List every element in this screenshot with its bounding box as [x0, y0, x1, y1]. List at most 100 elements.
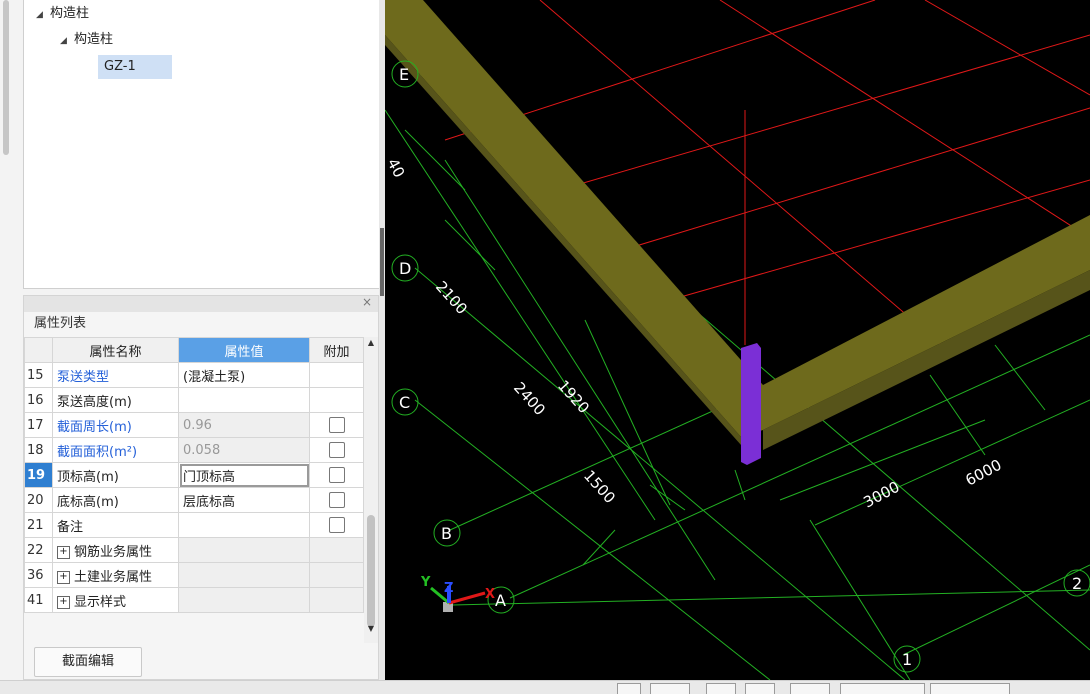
expand-plus-icon[interactable]: + [57, 545, 70, 559]
row-index[interactable]: 36 [24, 562, 53, 588]
status-toggle-button[interactable] [706, 683, 736, 694]
property-name-label: 泵送高度(m) [57, 394, 132, 410]
property-name-cell[interactable]: 泵送高度(m) [52, 387, 179, 413]
property-name-label: 备注 [57, 519, 84, 535]
property-value-cell[interactable] [178, 587, 310, 613]
table-row[interactable]: 21 备注 [24, 512, 364, 538]
tree-node-root[interactable]: ◢ 构造柱 [36, 3, 89, 25]
component-tree: ◢ 构造柱 ◢ 构造柱 GZ-1 [23, 0, 381, 289]
property-value-cell[interactable]: 门顶标高 [178, 462, 310, 488]
row-index[interactable]: 20 [24, 487, 53, 513]
triad-x-label: X [485, 587, 495, 602]
table-row[interactable]: 41 + 显示样式 [24, 587, 364, 613]
property-name-cell[interactable]: 底标高(m) [52, 487, 179, 513]
property-name-label: 截面面积(m²) [57, 444, 138, 460]
tree-node-gz1[interactable]: GZ-1 [98, 55, 172, 79]
table-row[interactable]: 15 泵送类型 (混凝土泵) [24, 362, 364, 388]
property-name-cell[interactable]: 截面周长(m) [52, 412, 179, 438]
beam-left[interactable] [385, 0, 763, 437]
row-index[interactable]: 21 [24, 512, 53, 538]
3d-viewport[interactable]: E D C B A 1 2 40 2100 1920 2400 1500 300… [385, 0, 1090, 680]
row-index[interactable]: 15 [24, 362, 53, 388]
viewport-canvas[interactable]: E D C B A 1 2 40 2100 1920 2400 1500 300… [385, 0, 1090, 680]
extra-checkbox[interactable] [328, 492, 345, 508]
extra-cell [309, 362, 364, 388]
collapse-arrow-icon[interactable]: ◢ [36, 4, 50, 26]
property-name-cell[interactable]: + 土建业务属性 [52, 562, 179, 588]
header-extra[interactable]: 附加 [309, 337, 364, 363]
tree-node-root-label: 构造柱 [50, 6, 90, 21]
tree-scrollbar[interactable] [3, 0, 9, 155]
tree-leaf-label: GZ-1 [104, 59, 136, 74]
scroll-up-icon[interactable]: ▲ [364, 337, 378, 349]
splitter-grip[interactable] [380, 228, 384, 296]
expand-plus-icon[interactable]: + [57, 570, 70, 584]
property-name-cell[interactable]: 顶标高(m) [52, 462, 179, 488]
close-icon[interactable]: × [362, 295, 372, 309]
extra-cell[interactable] [309, 512, 364, 538]
row-index[interactable]: 22 [24, 537, 53, 563]
extra-checkbox[interactable] [328, 517, 345, 533]
table-row[interactable]: 36 + 土建业务属性 [24, 562, 364, 588]
property-name-cell[interactable]: 泵送类型 [52, 362, 179, 388]
header-property-value[interactable]: 属性值 [178, 337, 310, 363]
tree-node-child[interactable]: ◢ 构造柱 [60, 29, 113, 51]
extra-cell[interactable] [309, 462, 364, 488]
property-value-cell[interactable] [178, 387, 310, 413]
property-name-label: 底标高(m) [57, 494, 119, 510]
section-edit-button[interactable]: 截面编辑 [34, 647, 142, 677]
axis-label-E: E [399, 65, 409, 84]
status-toggle-button[interactable] [840, 683, 925, 694]
extra-checkbox[interactable] [328, 467, 345, 483]
property-value-cell[interactable]: (混凝土泵) [178, 362, 310, 388]
status-toggle-button[interactable] [617, 683, 641, 694]
extra-checkbox[interactable] [328, 417, 345, 433]
property-value-cell[interactable] [178, 562, 310, 588]
property-name-label: 显示样式 [74, 594, 127, 610]
property-name-cell[interactable]: + 钢筋业务属性 [52, 537, 179, 563]
property-value-cell[interactable]: 层底标高 [178, 487, 310, 513]
header-index [24, 337, 53, 363]
status-toggle-button[interactable] [930, 683, 1010, 694]
table-row[interactable]: 22 + 钢筋业务属性 [24, 537, 364, 563]
extra-cell[interactable] [309, 487, 364, 513]
row-index[interactable]: 19 [24, 462, 53, 488]
extra-cell [309, 587, 364, 613]
scroll-thumb[interactable] [367, 515, 375, 627]
triad-x-axis [448, 591, 486, 605]
column-gz1[interactable] [741, 343, 761, 465]
property-name-cell[interactable]: + 显示样式 [52, 587, 179, 613]
extra-checkbox[interactable] [328, 442, 345, 458]
extra-cell[interactable] [309, 412, 364, 438]
axis-label-C: C [399, 393, 410, 412]
header-property-name[interactable]: 属性名称 [52, 337, 179, 363]
status-toggle-button[interactable] [790, 683, 830, 694]
dimension-1500: 1500 [580, 467, 619, 507]
table-row[interactable]: 18 截面面积(m²) 0.058 [24, 437, 364, 463]
table-row[interactable]: 17 截面周长(m) 0.96 [24, 412, 364, 438]
property-value-cell: 0.058 [178, 437, 310, 463]
table-row[interactable]: 19 顶标高(m) 门顶标高 [24, 462, 364, 488]
extra-cell[interactable] [309, 437, 364, 463]
table-row[interactable]: 20 底标高(m) 层底标高 [24, 487, 364, 513]
property-value-cell[interactable] [178, 512, 310, 538]
scroll-down-icon[interactable]: ▼ [364, 623, 378, 635]
property-value-cell: 0.96 [178, 412, 310, 438]
property-name-cell[interactable]: 备注 [52, 512, 179, 538]
row-index[interactable]: 16 [24, 387, 53, 413]
property-panel: × 属性列表 属性名称 属性值 附加 15 泵送类型 (混凝土泵) 16 泵送高度(m)… [23, 295, 379, 680]
collapse-arrow-icon[interactable]: ◢ [60, 30, 74, 52]
beam-right[interactable] [763, 215, 1090, 430]
row-index[interactable]: 17 [24, 412, 53, 438]
row-index[interactable]: 41 [24, 587, 53, 613]
status-toggle-button[interactable] [745, 683, 775, 694]
status-toggle-button[interactable] [650, 683, 690, 694]
extra-cell [309, 537, 364, 563]
row-index[interactable]: 18 [24, 437, 53, 463]
expand-plus-icon[interactable]: + [57, 595, 70, 609]
property-value-cell[interactable] [178, 537, 310, 563]
table-row[interactable]: 16 泵送高度(m) [24, 387, 364, 413]
property-name-cell[interactable]: 截面面积(m²) [52, 437, 179, 463]
property-scrollbar[interactable]: ▲ ▼ [364, 337, 378, 643]
property-name-label: 钢筋业务属性 [74, 544, 153, 560]
